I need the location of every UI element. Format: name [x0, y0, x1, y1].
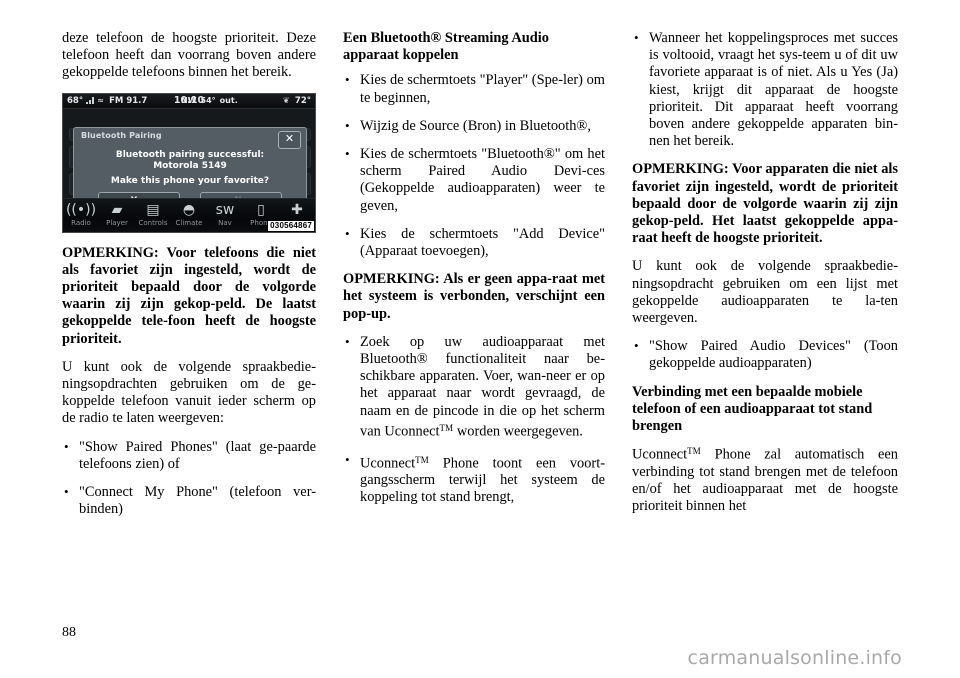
- bullet-list-voice-commands: • "Show Paired Phones" (laat ge-paarde t…: [62, 439, 316, 519]
- paragraph-auto-connect: UconnectTM Phone zal automatisch een ver…: [632, 443, 898, 515]
- bullet-icon: •: [345, 117, 350, 133]
- bullet-list-pairing-steps: • Kies de schermtoets "Player" (Spe-ler)…: [343, 72, 605, 260]
- trademark-mark: TM: [687, 446, 701, 457]
- climate-fan-icon: ◓: [182, 201, 196, 218]
- nav-item-controls[interactable]: ▤ Controls: [136, 201, 170, 227]
- column-right: • Wanneer het koppelingsproces met succe…: [632, 30, 898, 529]
- three-column-layout: deze telefoon de hoogste prioriteit. Dez…: [62, 30, 898, 529]
- note-paragraph: OPMERKING: Als er geen appa-raat met het…: [343, 271, 605, 322]
- list-item: • Wanneer het koppelingsproces met succe…: [632, 30, 898, 150]
- bullet-icon: •: [64, 484, 69, 500]
- list-item-text-part-1: Uconnect: [360, 454, 416, 471]
- column-middle: Een Bluetooth® Streaming Audio apparaat …: [343, 30, 605, 529]
- nav-label-controls: Controls: [138, 218, 168, 227]
- paragraph-voice-command-list: U kunt ook de volgende spraakbedie-nings…: [632, 258, 898, 327]
- list-item-text: Kies de schermtoets "Player" (Spe-ler) o…: [360, 72, 605, 106]
- list-item: • Zoek op uw audioapparaat met Bluetooth…: [343, 334, 605, 441]
- plus-more-icon: ✚: [291, 201, 303, 218]
- list-item: • Kies de schermtoets "Player" (Spe-ler)…: [343, 72, 605, 106]
- list-item-text: "Connect My Phone" (telefoon ver-binden): [79, 484, 316, 518]
- compass-group: NW 54° out.: [181, 96, 238, 105]
- dialog-message-line-1: Bluetooth pairing successful:: [115, 149, 265, 160]
- cabin-temp-right: 72°: [294, 95, 311, 106]
- bullet-list-voice-command: • "Show Paired Audio Devices" (Toon geko…: [632, 338, 898, 372]
- media-player-icon: ▰: [111, 201, 123, 218]
- bullet-list-pairing-result: • Wanneer het koppelingsproces met succe…: [632, 30, 898, 150]
- dialog-question: Make this phone your favorite?: [110, 175, 270, 186]
- watermark: carmanualsonline.info: [687, 647, 902, 669]
- list-item-text: Zoek op uw audioapparaat met Bluetooth® …: [360, 334, 605, 441]
- phone-icon: ▯: [257, 201, 265, 218]
- note-paragraph: OPMERKING: Voor apparaten die niet als f…: [632, 161, 898, 247]
- section-heading-connect-device: Verbinding met een bepaalde mobiele tele…: [632, 383, 873, 435]
- dialog-message-line-2: Motorola 5149: [153, 160, 227, 171]
- list-item: • "Show Paired Phones" (laat ge-paarde t…: [62, 439, 316, 473]
- list-item: • "Connect My Phone" (telefoon ver-binde…: [62, 484, 316, 518]
- radio-tower-icon: ((•)): [65, 201, 97, 218]
- nav-label-radio: Radio: [71, 218, 91, 227]
- list-item-text-part-2: worden weergegeven.: [453, 423, 583, 440]
- bullet-list-pairing-steps-2: • Zoek op uw audioapparaat met Bluetooth…: [343, 334, 605, 507]
- nav-label-nav: Nav: [218, 218, 232, 227]
- uconnect-screenshot-figure: 68° ≈ FM 91.7 10:10 NW 54° out. ❦ 72° Bl…: [62, 92, 316, 233]
- list-item: • Kies de schermtoets "Bluetooth®" om he…: [343, 146, 605, 215]
- column-left: deze telefoon de hoogste prioriteit. Dez…: [62, 30, 316, 529]
- section-heading-streaming-audio: Een Bluetooth® Streaming Audio apparaat …: [343, 30, 549, 64]
- list-item-text: "Show Paired Phones" (laat ge-paarde tel…: [79, 438, 316, 472]
- list-item-text: UconnectTM Phone toont een voort-gangssc…: [360, 452, 605, 507]
- controls-icon: ▤: [146, 201, 160, 218]
- bullet-icon: •: [345, 225, 350, 241]
- list-item-text: Wijzig de Source (Bron) in Bluetooth®,: [360, 117, 591, 134]
- figure-reference-code: 030564867: [267, 219, 315, 232]
- paragraph-part-1: Uconnect: [632, 446, 688, 463]
- nav-item-radio[interactable]: ((•)) Radio: [64, 201, 98, 227]
- list-item-text: Kies de schermtoets "Bluetooth®" om het …: [360, 146, 605, 214]
- outside-temp-label: out.: [219, 96, 238, 106]
- radio-status-bar: 68° ≈ FM 91.7 10:10 NW 54° out. ❦ 72°: [63, 93, 315, 109]
- nav-item-climate[interactable]: ◓ Climate: [172, 201, 206, 227]
- list-item: • "Show Paired Audio Devices" (Toon geko…: [632, 338, 898, 372]
- nav-label-climate: Climate: [175, 218, 203, 227]
- list-item-text: "Show Paired Audio Devices" (Toon gekopp…: [649, 338, 898, 372]
- dialog-message: Bluetooth pairing successful: Motorola 5…: [74, 150, 306, 172]
- bullet-icon: •: [345, 72, 350, 88]
- list-item-text: Kies de schermtoets "Add Device" (Appara…: [360, 225, 605, 260]
- nav-label-player: Player: [106, 218, 128, 227]
- bullet-icon: •: [345, 333, 350, 349]
- bullet-icon: •: [634, 338, 639, 354]
- compass-heading: NW: [181, 96, 197, 106]
- list-item-text: Wanneer het koppelingsproces met succes …: [649, 30, 898, 150]
- paragraph-continued: deze telefoon de hoogste prioriteit. Dez…: [62, 30, 316, 81]
- trademark-mark: TM: [415, 454, 429, 465]
- list-item: • UconnectTM Phone toont een voort-gangs…: [343, 452, 605, 507]
- nav-item-nav[interactable]: sw Nav: [208, 201, 242, 227]
- page-number: 88: [62, 625, 76, 640]
- fan-icon: ❦: [282, 96, 290, 106]
- paragraph-voice-commands: U kunt ook de volgende spraakbedie-nings…: [62, 358, 316, 427]
- radio-background: vol phone tun tts Bluetooth Pairing ✕ Bl…: [63, 108, 315, 216]
- outside-temp: 54°: [200, 96, 216, 106]
- close-icon[interactable]: ✕: [278, 130, 301, 149]
- list-item: • Kies de schermtoets "Add Device" (Appa…: [343, 226, 605, 260]
- trademark-mark: TM: [439, 422, 454, 433]
- bullet-icon: •: [345, 146, 350, 162]
- dialog-title: Bluetooth Pairing: [81, 130, 162, 140]
- bullet-icon: •: [345, 451, 350, 467]
- manual-page: deze telefoon de hoogste prioriteit. Dez…: [0, 0, 960, 678]
- note-paragraph: OPMERKING: Voor telefoons die niet als f…: [62, 244, 316, 347]
- navigation-icon: sw: [215, 201, 235, 218]
- bullet-icon: •: [634, 30, 639, 45]
- list-item: • Wijzig de Source (Bron) in Bluetooth®,: [343, 118, 605, 135]
- nav-item-player[interactable]: ▰ Player: [100, 201, 134, 227]
- bullet-icon: •: [64, 438, 69, 454]
- status-right-group: ❦ 72°: [283, 96, 311, 106]
